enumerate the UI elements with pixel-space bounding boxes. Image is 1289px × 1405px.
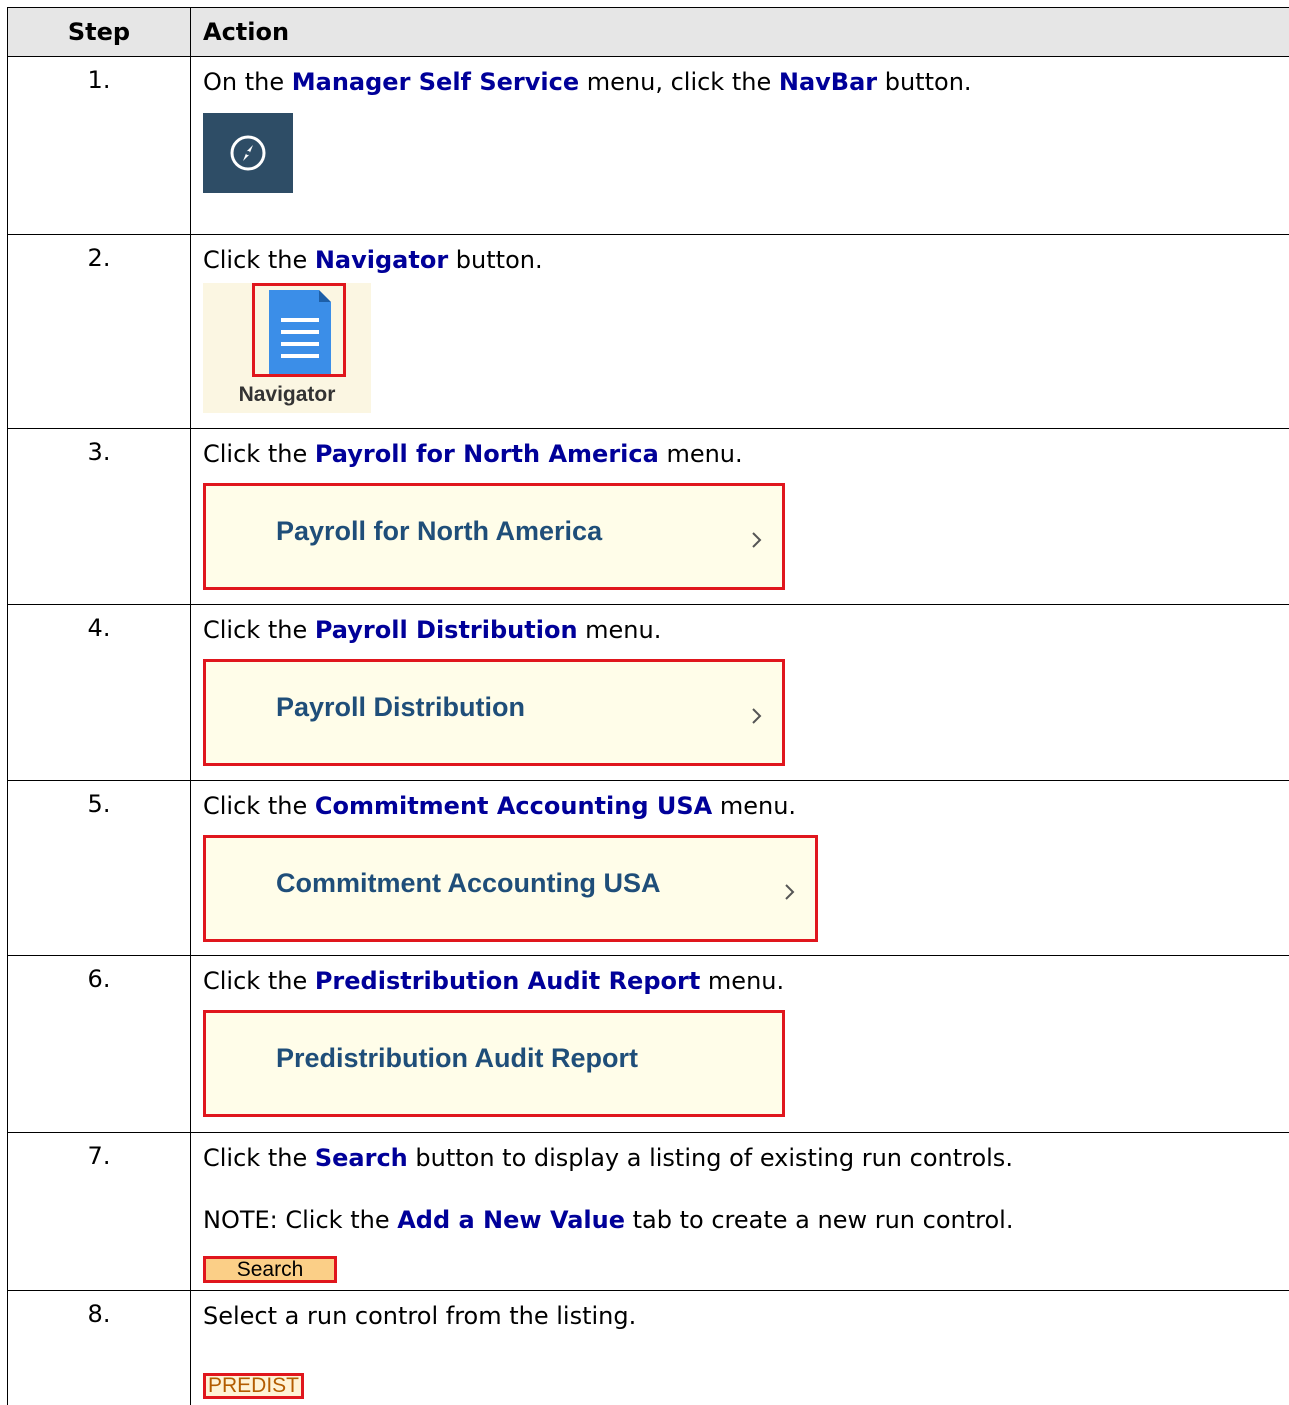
navigator-label: Navigator bbox=[238, 383, 336, 406]
navigator-tile[interactable]: Navigator bbox=[203, 283, 371, 413]
step-number: 4. bbox=[7, 605, 191, 780]
table-row: 5. Click the Commitment Accounting USA m… bbox=[7, 781, 1289, 956]
navbar-button[interactable] bbox=[203, 113, 293, 193]
compass-icon bbox=[230, 135, 266, 171]
step-instruction: Click the Search button to display a lis… bbox=[203, 1144, 1013, 1172]
payroll-north-america-menu-item[interactable]: Payroll for North America bbox=[203, 483, 785, 590]
step-action: Click the Search button to display a lis… bbox=[191, 1133, 1289, 1290]
payroll-distribution-menu-item[interactable]: Payroll Distribution bbox=[203, 659, 785, 766]
step-action: Select a run control from the listing. P… bbox=[191, 1291, 1289, 1405]
step-action: Click the Payroll Distribution menu. Pay… bbox=[191, 605, 1289, 780]
step-number: 3. bbox=[7, 429, 191, 604]
header-step: Step bbox=[7, 8, 191, 56]
table-row: 8. Select a run control from the listing… bbox=[7, 1291, 1289, 1405]
table-row: 3. Click the Payroll for North America m… bbox=[7, 429, 1289, 605]
step-action: Click the Navigator button. Navigator bbox=[191, 235, 1289, 428]
step-action: Click the Predistribution Audit Report m… bbox=[191, 956, 1289, 1132]
step-instruction: On the Manager Self Service menu, click … bbox=[203, 68, 972, 96]
document-icon bbox=[269, 290, 331, 374]
menu-item-label: Predistribution Audit Report bbox=[276, 1043, 638, 1073]
step-number: 1. bbox=[7, 57, 191, 234]
step-number: 7. bbox=[7, 1133, 191, 1290]
step-note: NOTE: Click the Add a New Value tab to c… bbox=[203, 1206, 1014, 1234]
navigator-highlight bbox=[252, 283, 346, 377]
commitment-accounting-usa-menu-item[interactable]: Commitment Accounting USA bbox=[203, 835, 818, 942]
instructions-table: Step Action 1. On the Manager Self Servi… bbox=[7, 7, 1289, 1405]
menu-item-label: Payroll Distribution bbox=[276, 692, 526, 722]
menu-item-label: Commitment Accounting USA bbox=[276, 868, 661, 898]
table-row: 6. Click the Predistribution Audit Repor… bbox=[7, 956, 1289, 1133]
step-instruction: Click the Payroll for North America menu… bbox=[203, 440, 743, 468]
step-instruction: Click the Navigator button. bbox=[203, 246, 543, 274]
run-control-link[interactable]: PREDIST bbox=[203, 1373, 305, 1399]
step-number: 6. bbox=[7, 956, 191, 1132]
step-action: On the Manager Self Service menu, click … bbox=[191, 57, 1289, 234]
step-instruction: Select a run control from the listing. bbox=[203, 1302, 637, 1330]
table-header-row: Step Action bbox=[7, 7, 1289, 57]
chevron-right-icon bbox=[752, 708, 762, 724]
table-row: 1. On the Manager Self Service menu, cli… bbox=[7, 57, 1289, 235]
table-row: 7. Click the Search button to display a … bbox=[7, 1133, 1289, 1291]
step-action: Click the Payroll for North America menu… bbox=[191, 429, 1289, 604]
header-action: Action bbox=[203, 18, 290, 46]
step-instruction: Click the Commitment Accounting USA menu… bbox=[203, 792, 797, 820]
step-instruction: Click the Payroll Distribution menu. bbox=[203, 616, 662, 644]
chevron-right-icon bbox=[752, 532, 762, 548]
menu-item-label: Payroll for North America bbox=[276, 516, 603, 546]
step-action: Click the Commitment Accounting USA menu… bbox=[191, 781, 1289, 955]
table-row: 4. Click the Payroll Distribution menu. … bbox=[7, 605, 1289, 781]
step-number: 8. bbox=[7, 1291, 191, 1405]
step-number: 5. bbox=[7, 781, 191, 955]
search-button[interactable]: Search bbox=[203, 1256, 337, 1283]
predistribution-audit-report-menu-item[interactable]: Predistribution Audit Report bbox=[203, 1010, 785, 1117]
chevron-right-icon bbox=[785, 884, 795, 900]
table-row: 2. Click the Navigator button. Navigator bbox=[7, 235, 1289, 429]
step-number: 2. bbox=[7, 235, 191, 428]
step-instruction: Click the Predistribution Audit Report m… bbox=[203, 967, 785, 995]
